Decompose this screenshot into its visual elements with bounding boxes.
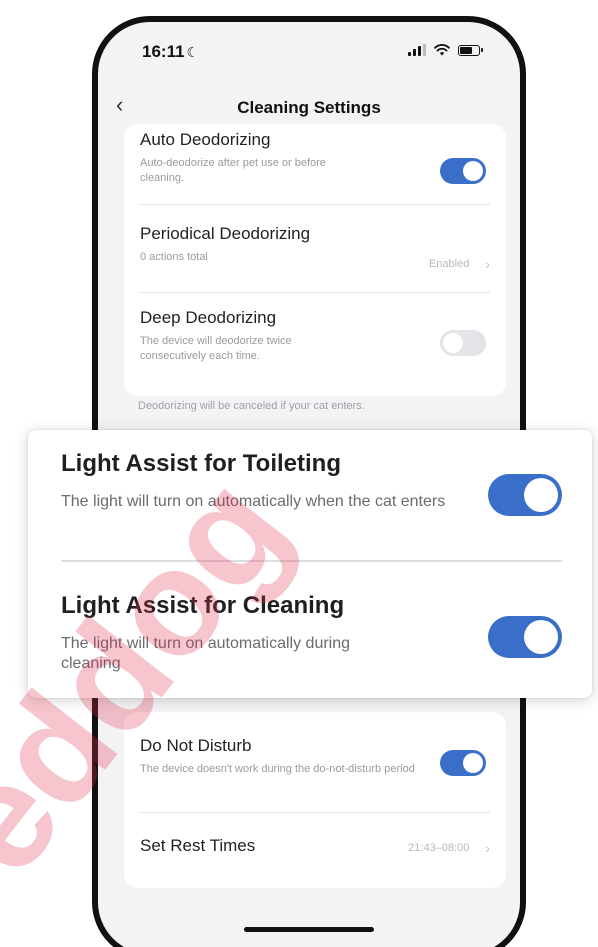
divider [140,812,490,813]
deep-deodorize-title: Deep Deodorizing [140,308,277,327]
wifi-icon [434,44,450,56]
chevron-right-icon: › [485,840,490,856]
deodorize-footnote: Deodorizing will be canceled if your cat… [138,400,365,412]
periodical-deodorize-value[interactable]: Enabled › [429,256,490,272]
rest-times-range: 21:43–08:00 [408,842,470,854]
dnd-row: Do Not Disturb The device doesn't work d… [140,736,490,777]
divider [140,292,490,293]
periodical-deodorize-status: Enabled [428,258,470,270]
periodical-deodorize-title: Periodical Deodorizing [140,224,311,243]
light-assist-toileting-desc: The light will turn on automatically whe… [61,493,446,510]
chevron-right-icon: › [485,256,490,272]
deep-deodorize-desc: The device will deodorize twice consecut… [140,335,292,362]
deodorize-card: Auto Deodorizing Auto-deodorize after pe… [124,124,506,396]
divider [61,560,562,562]
dnd-desc: The device doesn't work during the do-no… [140,763,415,775]
page-title: Cleaning Settings [237,98,381,117]
light-assist-cleaning-desc: The light will turn on automatically dur… [61,635,351,672]
home-indicator [244,927,374,932]
rest-times-value[interactable]: 21:43–08:00 › [408,840,490,856]
status-bar: 16:11 ☾ [98,22,520,86]
light-assist-toileting-title: Light Assist for Toileting [61,450,341,477]
light-assist-toileting-toggle[interactable] [488,474,562,516]
light-assist-cleaning-toggle[interactable] [488,616,562,658]
status-icons [408,44,483,56]
divider [140,204,490,205]
signal-icon [408,44,426,56]
status-time: 16:11 ☾ [142,42,199,62]
deep-deodorize-row: Deep Deodorizing The device will deodori… [140,308,490,364]
auto-deodorize-desc: Auto-deodorize after pet use or before c… [140,157,326,184]
moon-icon: ☾ [186,44,200,60]
dnd-title: Do Not Disturb [140,736,252,755]
light-assist-callout: Light Assist for Toileting The light wil… [28,430,592,698]
auto-deodorize-title: Auto Deodorizing [140,130,271,149]
battery-icon [458,44,483,56]
deep-deodorize-toggle[interactable] [440,330,486,356]
dnd-card: Do Not Disturb The device doesn't work d… [124,712,506,888]
auto-deodorize-row: Auto Deodorizing Auto-deodorize after pe… [140,130,490,186]
light-assist-cleaning-title: Light Assist for Cleaning [61,592,345,619]
auto-deodorize-toggle[interactable] [440,158,486,184]
dnd-toggle[interactable] [440,750,486,776]
status-time-text: 16:11 [142,42,185,61]
